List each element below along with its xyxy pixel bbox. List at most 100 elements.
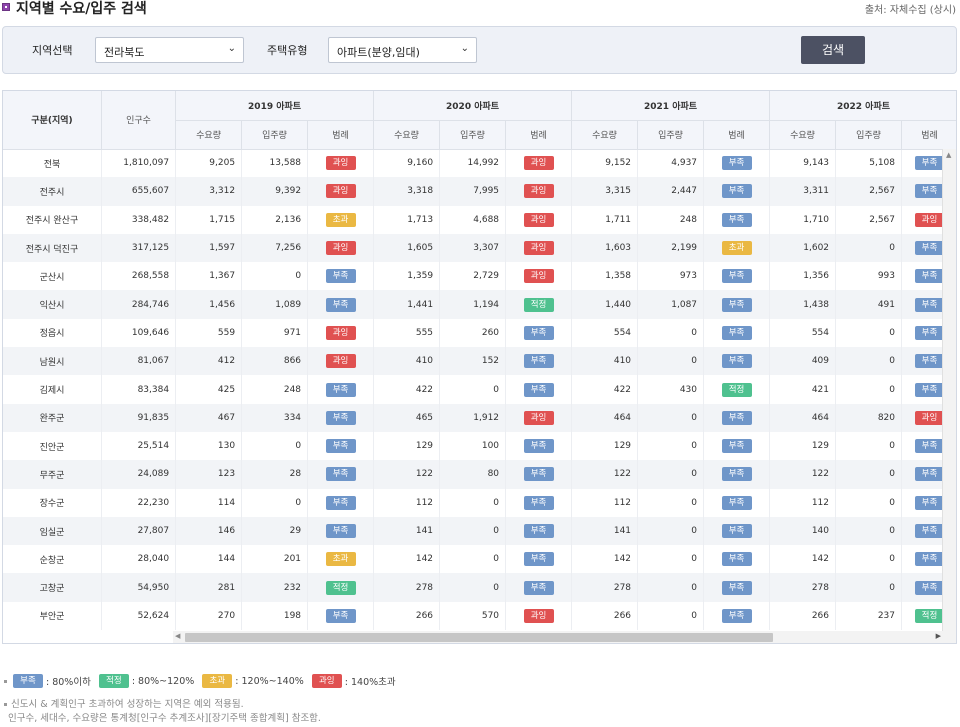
demand-cell: 1,711 xyxy=(571,205,639,234)
supply-cell: 0 xyxy=(241,262,309,291)
region-cell: 고창군 xyxy=(3,573,102,602)
header-region: 구분(지역) xyxy=(3,91,102,150)
status-badge: 부족 xyxy=(721,325,752,340)
status-badge: 부족 xyxy=(914,495,945,510)
region-label: 지역선택 xyxy=(32,44,73,57)
demand-cell: 9,152 xyxy=(571,149,639,178)
chevron-down-icon: ⌄ xyxy=(460,43,469,54)
legend-badge: 과잉 xyxy=(311,674,342,688)
vertical-scrollbar[interactable]: ▲ xyxy=(942,149,956,643)
demand-cell: 130 xyxy=(175,431,243,461)
status-badge: 과잉 xyxy=(325,354,356,369)
horizontal-scrollbar[interactable]: ◀ ▶ xyxy=(173,631,943,643)
legend-text: : 120%~140% xyxy=(235,675,304,687)
subheader-supply: 입주량 xyxy=(241,120,309,150)
population-cell: 25,514 xyxy=(101,431,177,461)
arrow-left-icon[interactable]: ◀ xyxy=(175,632,180,640)
arrow-up-icon[interactable]: ▲ xyxy=(946,151,951,159)
legend-cell: 부족 xyxy=(505,573,573,602)
demand-cell: 3,312 xyxy=(175,177,243,206)
legend-text: : 140%초과 xyxy=(344,677,396,688)
population-cell: 268,558 xyxy=(101,262,177,291)
supply-cell: 0 xyxy=(439,545,507,574)
supply-cell: 28 xyxy=(241,460,309,489)
header-year-2020: 2020 아파트 xyxy=(373,91,573,121)
demand-cell: 142 xyxy=(373,545,441,574)
subheader-supply: 입주량 xyxy=(637,120,705,150)
status-badge: 부족 xyxy=(914,354,945,369)
status-badge: 부족 xyxy=(721,439,752,454)
legend-cell: 부족 xyxy=(703,177,771,206)
legend-cell: 부족 xyxy=(703,545,771,574)
demand-cell: 1,438 xyxy=(769,290,837,319)
legend-cell: 부족 xyxy=(307,403,375,432)
table-row: 군산시 268,558 1,367 0 부족 1,359 2,729 과잉 1,358 973 부족… xyxy=(3,262,956,291)
supply-cell: 232 xyxy=(241,573,309,602)
region-select[interactable]: 전라북도 ⌄ xyxy=(95,37,244,63)
demand-cell: 422 xyxy=(373,375,441,404)
supply-demand-table: 구분(지역) 인구수 2019 아파트 2020 아파트 2021 아파트 20… xyxy=(2,90,957,644)
demand-cell: 554 xyxy=(571,318,639,348)
legend-cell: 과잉 xyxy=(505,205,573,234)
horizontal-scroll-thumb[interactable] xyxy=(185,633,773,642)
status-badge: 부족 xyxy=(325,382,356,397)
subheader-demand: 수요량 xyxy=(571,120,639,150)
demand-cell: 123 xyxy=(175,460,243,489)
demand-cell: 464 xyxy=(571,403,639,432)
supply-cell: 248 xyxy=(637,205,705,234)
legend-cell: 과잉 xyxy=(505,177,573,206)
status-badge: 부족 xyxy=(523,552,554,567)
supply-cell: 7,995 xyxy=(439,177,507,206)
supply-cell: 0 xyxy=(835,233,902,263)
supply-cell: 820 xyxy=(835,403,902,432)
demand-cell: 266 xyxy=(571,601,639,631)
status-badge: 적정 xyxy=(914,608,945,623)
population-cell: 22,230 xyxy=(101,488,177,517)
region-cell: 익산시 xyxy=(3,290,102,319)
status-badge: 초과 xyxy=(721,241,752,256)
demand-cell: 142 xyxy=(571,545,639,574)
region-cell: 진안군 xyxy=(3,431,102,461)
status-badge: 부족 xyxy=(914,382,945,397)
demand-cell: 1,358 xyxy=(571,262,639,291)
status-badge: 부족 xyxy=(914,297,945,312)
data-table: 구분(지역) 인구수 2019 아파트 2020 아파트 2021 아파트 20… xyxy=(3,91,956,631)
table-row: 남원시 81,067 412 866 과잉 410 152 부족 410 0 부족 409 0 부족 xyxy=(3,347,956,376)
demand-cell: 1,359 xyxy=(373,262,441,291)
status-badge: 과잉 xyxy=(325,325,356,340)
subheader-demand: 수요량 xyxy=(373,120,441,150)
supply-cell: 0 xyxy=(439,375,507,404)
legend-cell: 부족 xyxy=(505,460,573,489)
table-row: 장수군 22,230 114 0 부족 112 0 부족 112 0 부족 112 0 부족 xyxy=(3,488,956,517)
type-select[interactable]: 아파트(분양,임대) ⌄ xyxy=(328,37,477,63)
status-badge: 부족 xyxy=(721,580,752,595)
status-badge: 부족 xyxy=(914,467,945,482)
status-badge: 부족 xyxy=(914,524,945,538)
supply-cell: 0 xyxy=(835,488,902,517)
legend-cell: 부족 xyxy=(703,601,771,631)
region-cell: 전주시 xyxy=(3,177,102,206)
type-select-value: 아파트(분양,임대) xyxy=(337,46,420,59)
population-cell: 109,646 xyxy=(101,318,177,348)
subheader-supply: 입주량 xyxy=(835,120,902,150)
status-badge: 부족 xyxy=(914,325,945,340)
demand-cell: 140 xyxy=(769,516,837,546)
supply-cell: 1,912 xyxy=(439,403,507,432)
supply-cell: 0 xyxy=(637,318,705,348)
supply-cell: 0 xyxy=(835,545,902,574)
legend-cell: 부족 xyxy=(307,431,375,461)
status-badge: 부족 xyxy=(721,524,752,538)
legend-cell: 부족 xyxy=(703,403,771,432)
legend-cell: 부족 xyxy=(703,431,771,461)
search-button[interactable]: 검색 xyxy=(801,36,865,64)
arrow-right-icon[interactable]: ▶ xyxy=(936,632,941,640)
status-badge: 부족 xyxy=(721,467,752,482)
demand-cell: 3,315 xyxy=(571,177,639,206)
legend-cell: 부족 xyxy=(307,375,375,404)
legend-cell: 적정 xyxy=(505,290,573,319)
region-cell: 완주군 xyxy=(3,403,102,432)
supply-cell: 491 xyxy=(835,290,902,319)
legend-cell: 부족 xyxy=(307,290,375,319)
demand-cell: 144 xyxy=(175,545,243,574)
demand-cell: 410 xyxy=(373,347,441,376)
